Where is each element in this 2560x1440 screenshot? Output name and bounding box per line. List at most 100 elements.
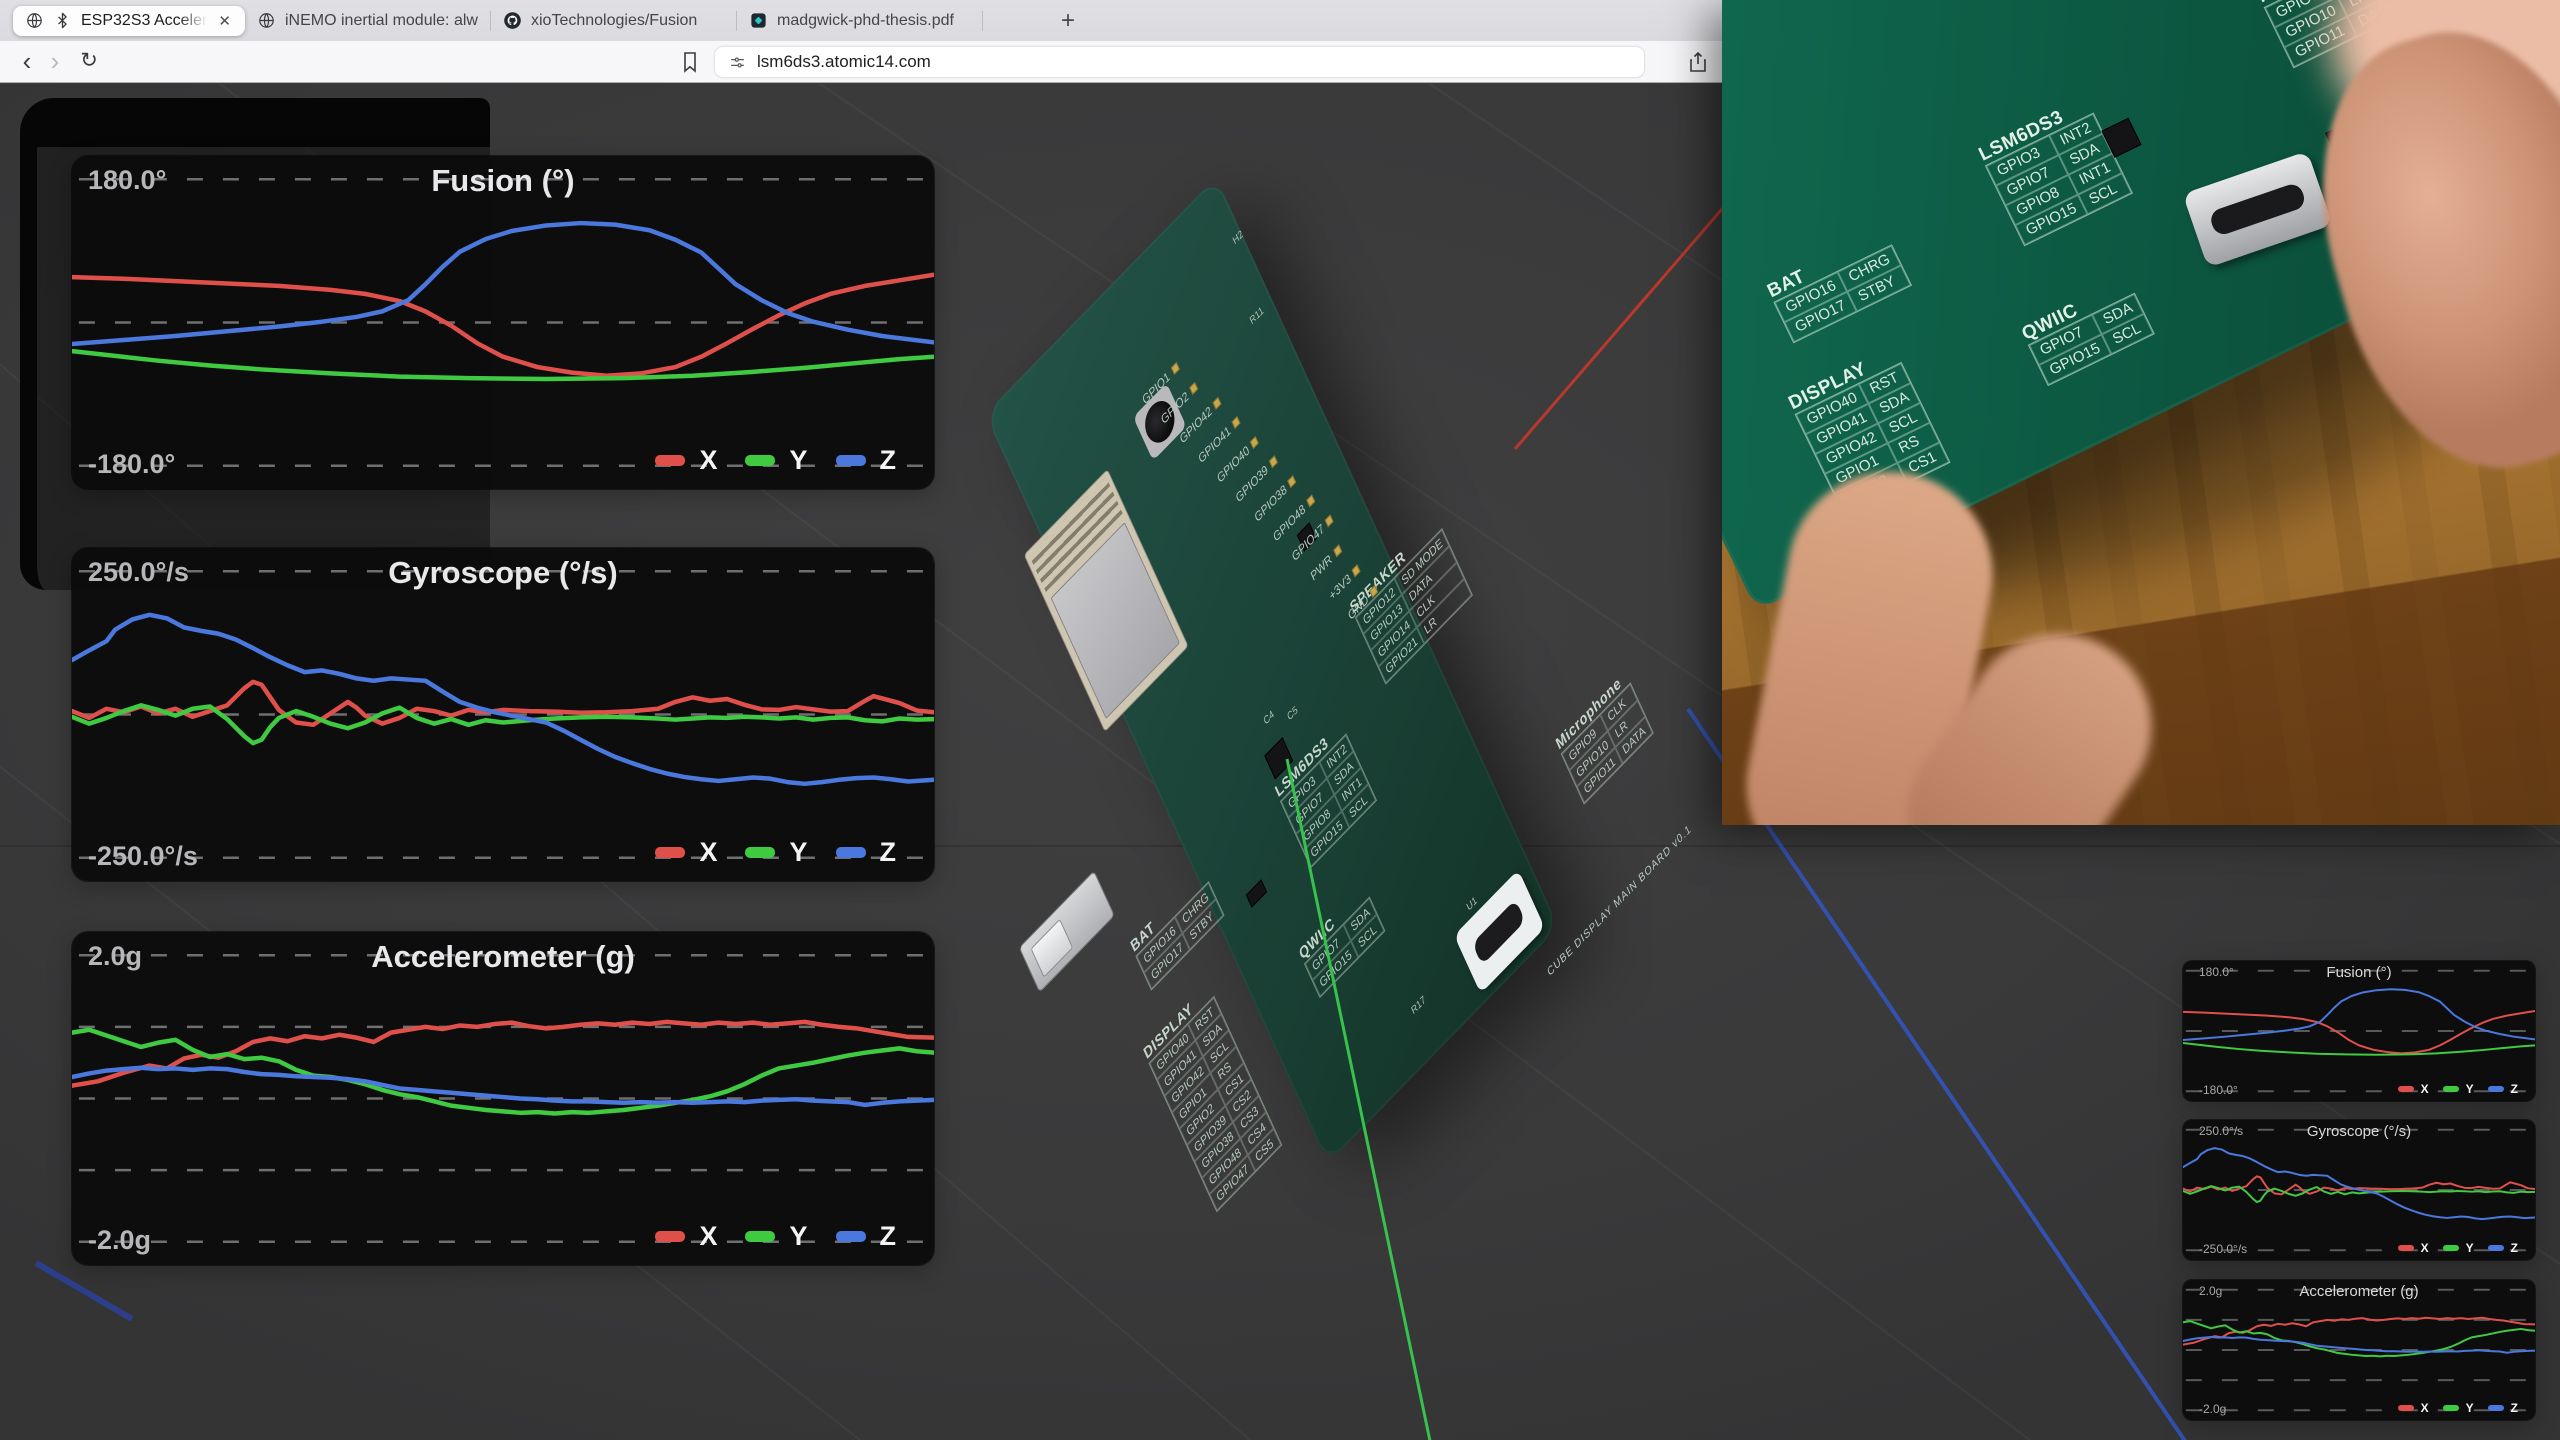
legend-label: Z <box>2511 1082 2518 1096</box>
tab-divider <box>982 11 983 31</box>
legend-swatch-y <box>745 847 775 858</box>
chart-title: Accelerometer (g) <box>72 939 934 975</box>
new-tab-button[interactable]: + <box>1061 7 1075 35</box>
legend-swatch-x <box>2398 1086 2414 1092</box>
legend-swatch-x <box>655 847 685 858</box>
ref-designator: C5 <box>1286 704 1300 723</box>
screen: ESP32S3 Accelerometer Vi ✕ iNEMO inertial … <box>0 0 2560 1440</box>
back-icon[interactable]: ‹ <box>14 49 40 75</box>
forward-icon[interactable]: › <box>42 49 68 75</box>
pin-pad <box>1231 416 1240 429</box>
series-z <box>2183 1148 2535 1219</box>
legend-swatch-y <box>2443 1245 2459 1251</box>
legend-swatch-x <box>655 455 685 466</box>
chart-panel-gyroscope----s--mini: 250.0°/sGyroscope (°/s)-250.0°/sXYZ <box>2183 1120 2535 1260</box>
globe-icon <box>25 11 44 30</box>
legend-swatch-z <box>2488 1245 2504 1251</box>
pin-pad <box>1269 455 1278 468</box>
reload-icon[interactable]: ↻ <box>76 49 102 75</box>
ref-designator: R17 <box>1410 994 1427 1017</box>
tab-inactive-1[interactable]: iNEMO inertial module: always-on <box>245 6 490 36</box>
bookmark-icon[interactable] <box>678 50 702 74</box>
chip <box>1246 879 1267 907</box>
pin-pad <box>1306 494 1315 507</box>
chart-legend: XYZ <box>655 445 910 476</box>
chart-legend: XYZ <box>2398 1082 2525 1096</box>
y-min-label: -180.0° <box>88 449 175 480</box>
series-x <box>72 275 934 376</box>
chart-title: Fusion (°) <box>2183 964 2535 981</box>
legend-label: X <box>2421 1082 2429 1096</box>
legend-swatch-y <box>2443 1086 2459 1092</box>
ref-designator: R11 <box>1248 305 1265 328</box>
legend-label: X <box>699 445 717 476</box>
legend-label: Z <box>2511 1241 2518 1255</box>
y-min-label: -250.0°/s <box>88 841 198 872</box>
legend-label: Y <box>789 1221 807 1252</box>
tab-inactive-2[interactable]: xioTechnologies/Fusion <box>491 6 736 36</box>
pin-pad <box>1189 382 1198 395</box>
chart-title: Fusion (°) <box>72 163 934 199</box>
url-text: lsm6ds3.atomic14.com <box>757 52 931 72</box>
legend-swatch-x <box>2398 1405 2414 1411</box>
tab-active-0[interactable]: ESP32S3 Accelerometer Vi ✕ <box>13 6 245 36</box>
github-icon <box>503 11 522 30</box>
legend-swatch-y <box>745 455 775 466</box>
silk-table-bat: BATGPIO16CHRGGPIO17STBY <box>1765 226 1913 343</box>
legend-label: Z <box>880 445 897 476</box>
silk-table-qwiic: QWIICGPIO7SDAGPIO15SCL <box>2019 275 2155 387</box>
legend-swatch-y <box>2443 1405 2459 1411</box>
ref-designator: C4 <box>1262 709 1276 728</box>
legend-label: Y <box>789 837 807 868</box>
pin-pad <box>1333 545 1342 558</box>
pin-pad <box>1171 362 1180 375</box>
legend-label: Z <box>2511 1401 2518 1415</box>
address-bar[interactable]: lsm6ds3.atomic14.com <box>714 46 1645 78</box>
legend-swatch-z <box>836 1231 866 1242</box>
chart-legend: X Y Z <box>655 837 910 868</box>
legend-swatch-z <box>836 847 866 858</box>
tab-inactive-3[interactable]: madgwick-phd-thesis.pdf <box>737 6 982 36</box>
legend-label: X <box>2421 1241 2429 1255</box>
chart-title: Gyroscope (°/s) <box>2183 1123 2535 1140</box>
pin-text: PWR <box>1309 551 1334 584</box>
chart-legend: XYZ <box>2398 1401 2525 1415</box>
chart-title: Accelerometer (g) <box>2183 1283 2535 1300</box>
chart-panel-accelerometer--g--mini: 2.0gAccelerometer (g)-2.0gXYZ <box>2183 1280 2535 1420</box>
chart-panel-gyroscope----s--big: 250.0°/sGyroscope (°/s)-250.0°/sXYZ <box>72 548 934 881</box>
silk-table-qwiic: QWIICGPIO7SDAGPIO15SCL <box>1297 882 1385 998</box>
chart-panel-accelerometer--g--big: 2.0gAccelerometer (g)-2.0gXYZ <box>72 932 934 1265</box>
pin-pad <box>1352 564 1361 577</box>
y-min-label: -2.0g <box>88 1225 151 1256</box>
legend-label: Z <box>880 1221 897 1252</box>
series-x <box>2183 1011 2535 1053</box>
series-z <box>72 615 934 784</box>
video-overlay-window[interactable]: BATGPIO16CHRGGPIO17STBYDISPLAYGPIO40RSTG… <box>1722 0 2560 825</box>
legend-swatch-y <box>745 1231 775 1242</box>
chart-panel-fusion-----big: 180.0°Fusion (°)-180.0°XYZ <box>72 156 934 489</box>
bluetooth-icon <box>53 11 72 30</box>
legend-label: Y <box>2466 1241 2474 1255</box>
legend-label: Z <box>880 837 897 868</box>
legend-swatch-x <box>655 1231 685 1242</box>
legend-swatch-z <box>836 455 866 466</box>
y-min-label: -180.0° <box>2199 1083 2238 1097</box>
page-settings-icon[interactable] <box>729 54 746 71</box>
share-icon[interactable] <box>1686 50 1710 74</box>
legend-swatch-z <box>2488 1086 2504 1092</box>
close-icon[interactable]: ✕ <box>216 12 233 30</box>
legend-label: X <box>699 1221 717 1252</box>
chart-title: Gyroscope (°/s) <box>72 555 934 591</box>
y-min-label: -250.0°/s <box>2199 1242 2247 1256</box>
pin-label-pwr: PWR <box>1309 542 1343 584</box>
legend-swatch-z <box>2488 1405 2504 1411</box>
tab-title: ESP32S3 Accelerometer Vi <box>81 12 207 30</box>
pdf-icon <box>749 11 768 30</box>
pin-pad <box>1325 514 1334 527</box>
silk-table-lsm6ds3: LSM6DS3GPIO3INT2GPIO7SDAGPIO8INT1GPIO15S… <box>1273 718 1377 868</box>
silk-table-lsm6ds3: LSM6DS3GPIO3INT2GPIO7SDAGPIO8INT1GPIO15S… <box>1976 95 2133 247</box>
legend-label: X <box>2421 1401 2429 1415</box>
tab-title: xioTechnologies/Fusion <box>531 12 724 30</box>
chart-legend: X Y Z <box>655 1221 910 1252</box>
legend-label: X <box>699 837 717 868</box>
